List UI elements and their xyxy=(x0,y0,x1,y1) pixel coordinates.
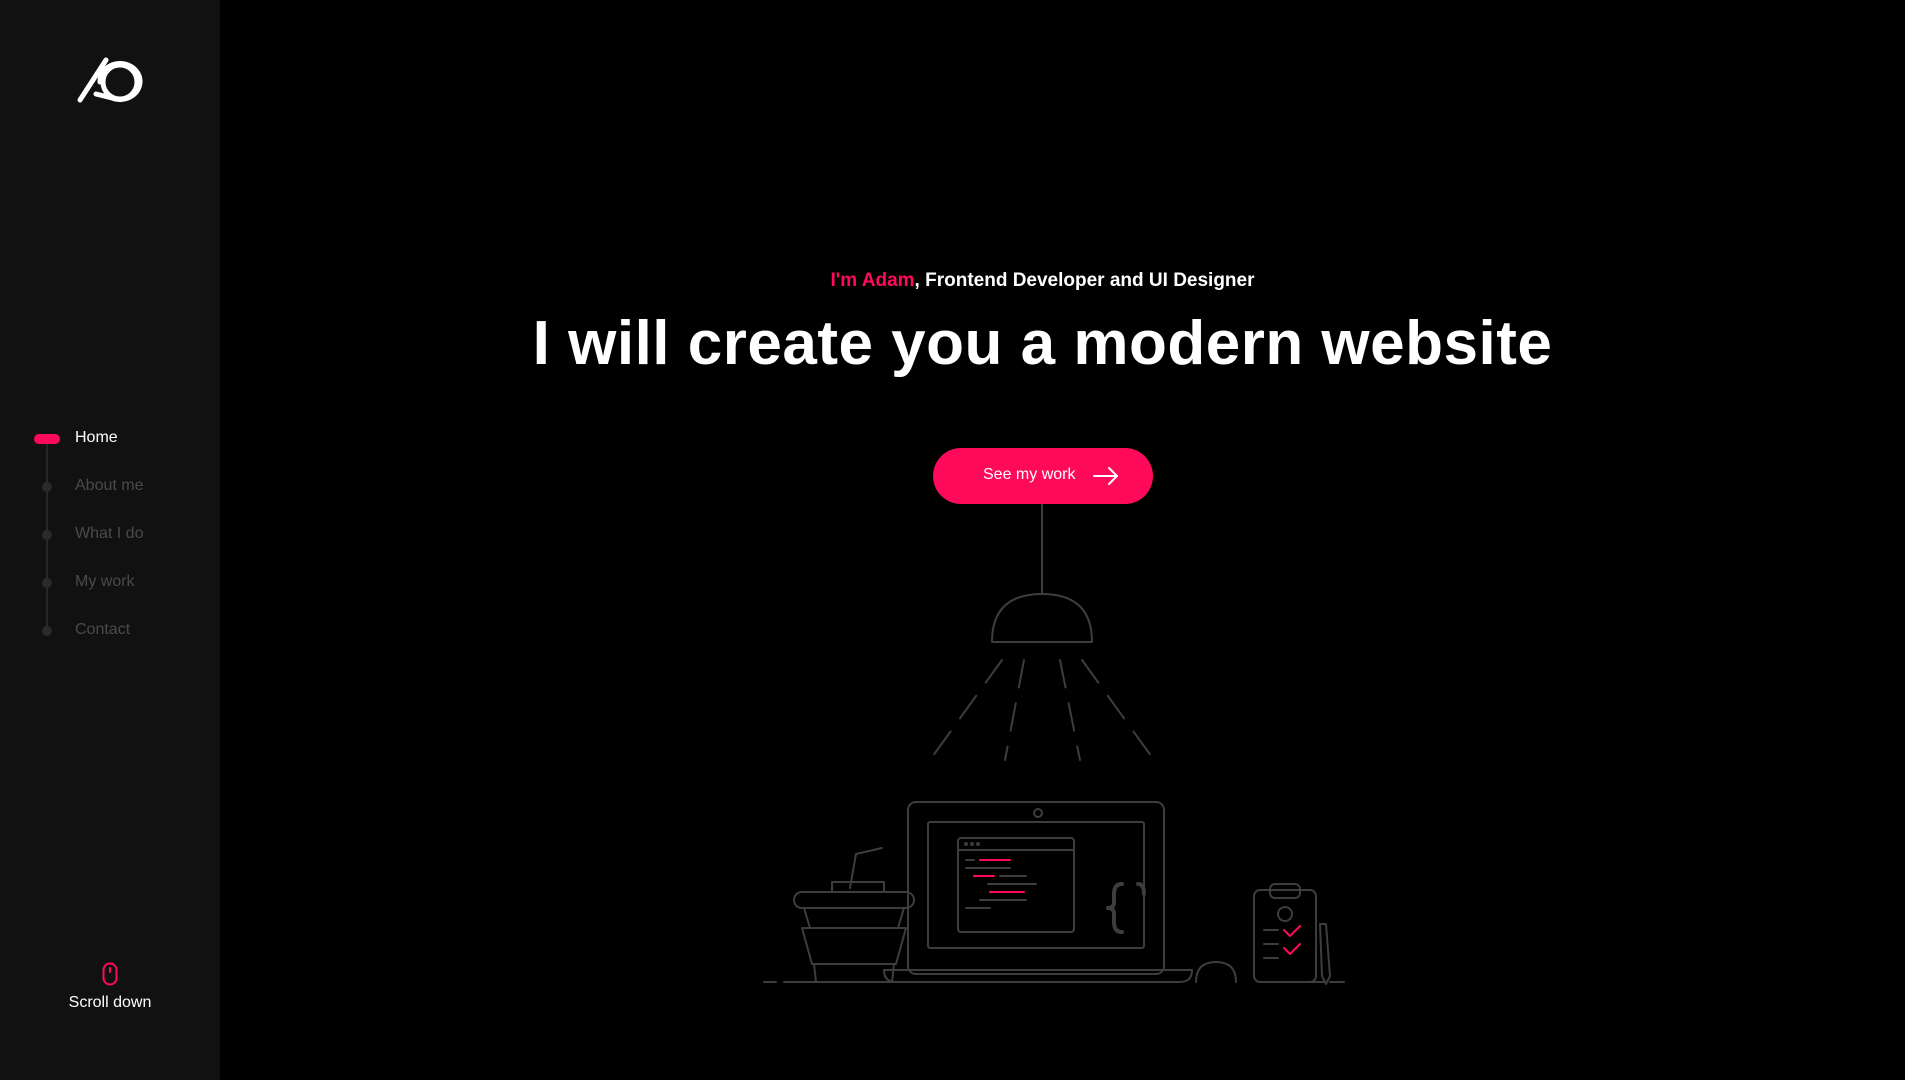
nav-item-label: Contact xyxy=(75,621,131,638)
ao-logo-icon[interactable] xyxy=(76,54,144,104)
workspace-illustration xyxy=(763,504,1345,985)
nav-item-what-i-do[interactable]: What I do xyxy=(0,514,220,554)
scroll-down-indicator[interactable]: Scroll down xyxy=(0,962,220,1032)
hero-intro: I'm Adam, Frontend Developer and UI Desi… xyxy=(220,270,1865,292)
hero-intro-name: I'm Adam xyxy=(830,270,915,291)
nav-item-my-work[interactable]: My work xyxy=(0,562,220,602)
nav-active-indicator xyxy=(34,434,60,444)
lamp-shade-icon xyxy=(991,593,1093,643)
sidebar: Home About me What I do My work Contact … xyxy=(0,0,220,1080)
hero-intro-role: , Frontend Developer and UI Designer xyxy=(914,270,1255,291)
see-my-work-button[interactable]: See my work xyxy=(933,448,1153,504)
nav-item-label: What I do xyxy=(75,525,144,542)
hero-headline: I will create you a modern website xyxy=(532,309,1553,378)
nav-dot xyxy=(42,530,52,540)
see-my-work-label: See my work xyxy=(983,466,1076,483)
light-rays xyxy=(929,659,1155,761)
nav-item-label: About me xyxy=(75,477,144,494)
nav-dot xyxy=(42,482,52,492)
coffee-cup-icon xyxy=(793,847,915,983)
nav-item-label: My work xyxy=(75,573,135,590)
mouse-icon xyxy=(102,962,118,986)
computer-mouse-icon xyxy=(1195,961,1237,983)
scroll-down-label: Scroll down xyxy=(68,994,152,1011)
hero-section: I'm Adam, Frontend Developer and UI Desi… xyxy=(220,0,1905,1080)
nav-item-about[interactable]: About me xyxy=(0,466,220,506)
nav-item-home[interactable]: Home xyxy=(0,418,220,458)
nav-item-label: Home xyxy=(75,429,118,446)
arrow-right-icon xyxy=(1093,467,1118,485)
nav-dot xyxy=(42,626,52,636)
nav-dot xyxy=(42,578,52,588)
section-nav: Home About me What I do My work Contact xyxy=(0,418,220,658)
laptop-icon xyxy=(883,801,1193,983)
clipboard-icon xyxy=(1253,883,1317,983)
nav-item-contact[interactable]: Contact xyxy=(0,610,220,650)
pencil-icon xyxy=(1319,923,1331,985)
